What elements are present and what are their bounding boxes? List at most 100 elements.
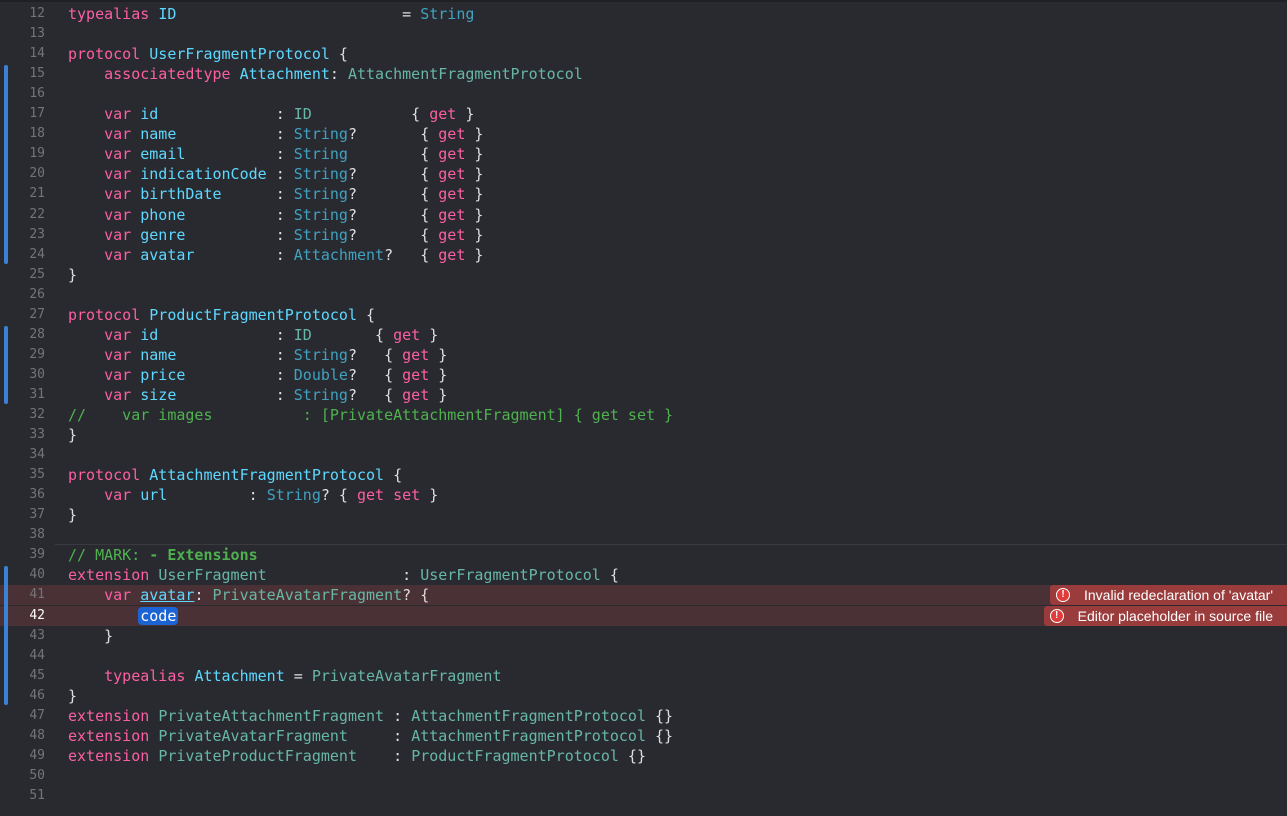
line-number: 39 [29,547,45,563]
code-line[interactable]: 21 var birthDate : String? { get } [0,184,1287,204]
code-line[interactable]: 33} [0,425,1287,445]
code-line[interactable]: 39 // MARK: - Extensions [0,545,1287,565]
code-token: { [600,566,619,585]
code-token: : [384,706,412,725]
code-line[interactable]: 44 [0,646,1287,666]
code-line[interactable]: 14 protocol UserFragmentProtocol { [0,44,1287,64]
code-line[interactable]: 30 var price : Double? { get } [0,365,1287,385]
code-line[interactable]: 16 [0,84,1287,104]
code-line[interactable]: 49 extension PrivateProductFragment : Pro… [0,746,1287,766]
error-message-badge[interactable]: ! Editor placeholder in source file [1043,605,1287,626]
code-token: { [311,325,394,344]
code-line[interactable]: 40 extension UserFragment : UserFragmentP… [0,565,1287,585]
code-token: var [104,486,132,505]
code-line[interactable]: 15 associatedtype Attachment: Attachment… [0,64,1287,84]
code-line[interactable]: 31 var size : String? { get } [0,385,1287,405]
code-editor[interactable]: 12 typealias ID = String 13 14 protocol User… [0,0,1287,816]
code-line[interactable]: 27 protocol ProductFragmentProtocol { [0,305,1287,325]
code-line[interactable]: 38 [0,525,1287,545]
line-number: 33 [29,427,45,443]
error-message-badge[interactable]: ! Invalid redeclaration of 'avatar' [1049,585,1287,606]
code-line[interactable]: 26 [0,285,1287,305]
code-text: protocol ProductFragmentProtocol { [68,305,375,325]
code-line[interactable]: 23 var genre : String? { get } [0,225,1287,245]
code-token: AttachmentFragmentProtocol [411,706,646,725]
code-token: String [293,165,348,184]
change-indicator-bar[interactable] [4,65,8,264]
code-text: var price : Double? { get } [68,365,447,385]
code-token: = [284,666,312,685]
code-token: Attachment [293,245,385,264]
code-token: String [293,125,348,144]
code-line[interactable]: 45 typealias Attachment = PrivateAvatarF… [0,666,1287,686]
code-token: PrivateAvatarFragment [311,666,502,685]
editor-placeholder[interactable]: code [138,606,179,625]
code-token: extension [68,706,150,725]
code-line[interactable]: 34 [0,445,1287,465]
code-token: price [140,365,186,384]
code-text: var id : ID { get } [68,104,474,124]
code-token: : [176,345,294,364]
code-line[interactable]: 35 protocol AttachmentFragmentProtocol { [0,465,1287,485]
code-token: protocol [68,45,141,64]
error-message-text: Editor placeholder in source file [1077,607,1273,624]
change-indicator-bar[interactable] [4,325,8,404]
code-token: : [194,586,213,605]
code-text: var id : ID { get } [68,325,438,345]
code-token: var [104,105,132,124]
code-text: code [68,606,179,626]
code-token: get [402,365,430,384]
code-line[interactable]: 43 } [0,626,1287,646]
code-token: ? { [347,225,439,244]
code-token: : [185,205,294,224]
code-line[interactable]: 28 var id : ID { get } [0,325,1287,345]
code-token: associatedtype [104,65,231,84]
code-token: } [465,205,484,224]
code-line[interactable]: 17 var id : ID { get } [0,104,1287,124]
code-token: : [221,185,294,204]
code-line[interactable]: 19 var email : String { get } [0,144,1287,164]
code-token: { [357,305,376,324]
code-line[interactable]: 22 var phone : String? { get } [0,205,1287,225]
code-token: id [140,105,159,124]
code-token: Attachment [239,65,330,84]
error-icon: ! [1049,608,1064,623]
code-line[interactable]: 18 var name : String? { get } [0,124,1287,144]
code-line[interactable]: 32 // var images : [PrivateAttachmentFrag… [0,405,1287,425]
code-line[interactable]: 29 var name : String? { get } [0,345,1287,365]
code-token: ? { [347,365,403,384]
code-token: PrivateProductFragment [158,746,357,765]
code-token: UserFragment [158,566,267,585]
code-text: protocol AttachmentFragmentProtocol { [68,465,402,485]
code-line[interactable]: 37} [0,505,1287,525]
code-token: birthDate [140,185,222,204]
change-indicator-bar[interactable] [4,566,8,705]
code-line[interactable]: 46} [0,686,1287,706]
code-text: typealias Attachment = PrivateAvatarFrag… [68,666,502,686]
code-line[interactable]: 50 [0,766,1287,786]
code-line[interactable]: 13 [0,24,1287,44]
code-line[interactable]: 47 extension PrivateAttachmentFragment : … [0,706,1287,726]
code-line[interactable]: 25} [0,265,1287,285]
code-line[interactable]: 12 typealias ID = String [0,4,1287,24]
code-token: ProductFragmentProtocol [411,746,619,765]
code-token: : [357,746,412,765]
code-token: get [357,486,385,505]
code-line[interactable]: 24 var avatar : Attachment? { get } [0,245,1287,265]
code-token: : [185,365,294,384]
code-token: Attachment [194,666,285,685]
code-token: } [465,185,484,204]
code-line[interactable]: 20 var indicationCode : String? { get } [0,164,1287,184]
code-line[interactable]: 36 var url : String? { get set } [0,485,1287,505]
code-token: { [329,45,348,64]
code-line[interactable]: 48 extension PrivateAvatarFragment : Atta… [0,726,1287,746]
code-line[interactable]: 51 [0,786,1287,806]
code-token: : [167,486,267,505]
